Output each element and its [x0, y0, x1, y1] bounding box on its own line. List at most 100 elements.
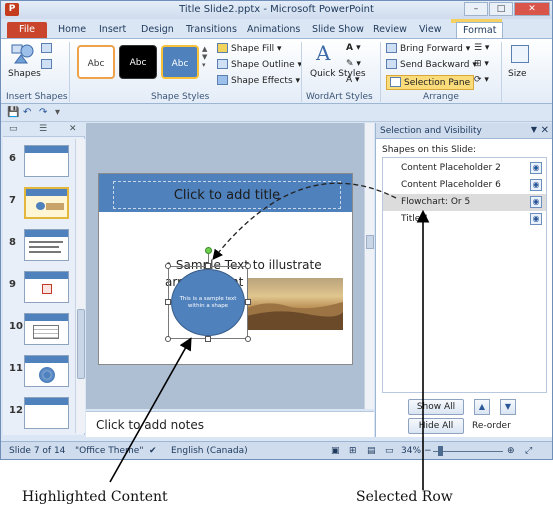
show-all-button[interactable]: Show All [408, 399, 464, 415]
slideshow-icon[interactable]: ▭ [385, 446, 394, 456]
resize-handle[interactable] [165, 299, 171, 305]
insert-shapes-group-label: Insert Shapes [6, 92, 68, 102]
tab-file[interactable]: File [7, 22, 47, 38]
rotate-icon[interactable]: ⟳ ▾ [474, 75, 489, 85]
slide-thumbnail[interactable] [24, 397, 69, 429]
style-swatch-blue[interactable]: Abc [161, 45, 199, 79]
resize-handle[interactable] [245, 299, 251, 305]
notes-pane[interactable]: Click to add notes [86, 411, 374, 437]
style-swatch-black[interactable]: Abc [119, 45, 157, 79]
slide-thumbnail[interactable] [24, 271, 69, 303]
bring-forward-button[interactable]: Bring Forward ▾ [386, 43, 470, 54]
shapes-button[interactable]: Shapes [8, 69, 41, 79]
close-pane-icon[interactable]: ✕ [69, 124, 77, 134]
styles-scroll-icon[interactable]: ▲ ▼ ▾ [202, 45, 207, 69]
landscape-image [247, 302, 343, 330]
spelling-icon[interactable]: ✔ [149, 446, 157, 456]
editor-scrollbar[interactable] [364, 123, 374, 409]
tab-slide-show[interactable]: Slide Show [312, 22, 364, 38]
slide-counter: Slide 7 of 14 [9, 446, 66, 456]
reorder-label: Re-order [472, 421, 511, 431]
minimize-icon[interactable]: – [464, 2, 488, 16]
move-up-icon[interactable]: ▲ [474, 399, 490, 415]
maximize-icon[interactable]: □ [489, 2, 513, 16]
title-placeholder[interactable]: Click to add title [113, 181, 341, 209]
outline-tab-icon[interactable]: ☰ [39, 124, 47, 134]
style-swatch-white[interactable]: Abc [77, 45, 115, 79]
slide-canvas[interactable]: Click to add title • Sample Text to illu… [98, 173, 353, 365]
eye-icon[interactable]: ◉ [530, 179, 542, 191]
text-fill-icon[interactable]: A ▾ [346, 43, 361, 53]
customize-qat-icon[interactable]: ▾ [55, 107, 60, 118]
close-icon[interactable]: ✕ [541, 125, 549, 136]
slide-thumbnail[interactable] [24, 145, 69, 177]
pane-menu-icon[interactable]: ▼ [531, 125, 537, 134]
tab-format[interactable]: Format [456, 22, 504, 38]
group-icon[interactable]: ⊞ ▾ [474, 59, 489, 69]
scrollbar-thumb[interactable] [77, 309, 85, 379]
thumbnail-scrollbar[interactable] [75, 139, 85, 433]
tab-transitions[interactable]: Transitions [186, 22, 237, 38]
tab-view[interactable]: View [419, 22, 442, 38]
size-button[interactable]: Size [508, 69, 526, 79]
eye-icon[interactable]: ◉ [530, 162, 542, 174]
resize-handle[interactable] [205, 263, 211, 269]
tab-animations[interactable]: Animations [247, 22, 300, 38]
tab-review[interactable]: Review [373, 22, 407, 38]
shape-row[interactable]: Content Placeholder 6 ◉ [383, 177, 546, 194]
shape-outline-button[interactable]: Shape Outline ▾ [217, 59, 302, 70]
slide-thumbnail[interactable] [24, 313, 69, 345]
title-bar: P Title Slide2.pptx - Microsoft PowerPoi… [1, 1, 552, 19]
text-effects-icon[interactable]: A ▾ [346, 75, 360, 85]
reading-view-icon[interactable]: ▤ [367, 446, 376, 456]
fit-slide-icon[interactable]: ⤢ [525, 446, 532, 456]
send-backward-button[interactable]: Send Backward ▾ [386, 59, 477, 70]
landscape-picture[interactable] [247, 278, 343, 330]
zoom-level[interactable]: 34% [401, 446, 421, 456]
save-icon[interactable]: 💾 [7, 107, 19, 118]
normal-view-icon[interactable]: ▣ [331, 446, 340, 456]
close-icon[interactable]: ✕ [514, 2, 550, 16]
shapes-on-slide-label: Shapes on this Slide: [382, 145, 477, 155]
resize-handle[interactable] [205, 336, 211, 342]
size-icon[interactable] [511, 45, 529, 63]
language-indicator[interactable]: English (Canada) [171, 446, 248, 456]
resize-handle[interactable] [245, 336, 251, 342]
eye-icon[interactable]: ◉ [530, 196, 542, 208]
resize-handle[interactable] [165, 336, 171, 342]
move-down-icon[interactable]: ▼ [500, 399, 516, 415]
text-outline-icon[interactable]: ✎ ▾ [346, 59, 361, 69]
zoom-slider-thumb[interactable] [438, 446, 443, 456]
shape-row[interactable]: Title 1 ◉ [383, 211, 546, 228]
hide-all-button[interactable]: Hide All [408, 418, 464, 434]
align-icon[interactable]: ☰ ▾ [474, 43, 489, 53]
slide-thumbnail[interactable] [24, 229, 69, 261]
selection-pane-button[interactable]: Selection Pane [386, 75, 475, 90]
shape-row-selected[interactable]: Flowchart: Or 5 ◉ [383, 194, 546, 211]
shape-row[interactable]: Content Placeholder 2 ◉ [383, 160, 546, 177]
shapes-icon[interactable] [11, 43, 35, 65]
eye-icon[interactable]: ◉ [530, 213, 542, 225]
tab-home[interactable]: Home [58, 22, 86, 38]
zoom-in-icon[interactable]: ⊕ [507, 446, 515, 456]
redo-icon[interactable]: ↷ [39, 107, 47, 118]
tab-insert[interactable]: Insert [99, 22, 126, 38]
shape-styles-group-label: Shape Styles [151, 92, 210, 102]
slide-thumbnail[interactable] [24, 355, 69, 387]
resize-handle[interactable] [165, 263, 171, 269]
tab-design[interactable]: Design [141, 22, 174, 38]
text-box-icon[interactable] [41, 59, 55, 70]
rotation-handle[interactable] [205, 247, 212, 254]
quick-styles-icon[interactable]: A [316, 41, 330, 65]
shape-effects-button[interactable]: Shape Effects ▾ [217, 75, 300, 86]
zoom-out-icon[interactable]: − [424, 446, 432, 456]
slide-thumbnail-selected[interactable] [24, 187, 69, 219]
slides-tab-icon[interactable]: ▭ [9, 124, 18, 134]
slide-sorter-icon[interactable]: ⊞ [349, 446, 357, 456]
resize-handle[interactable] [245, 263, 251, 269]
shape-fill-button[interactable]: Shape Fill ▾ [217, 43, 281, 54]
zoom-slider[interactable] [433, 451, 503, 452]
scrollbar-thumb[interactable] [366, 235, 374, 249]
edit-shape-icon[interactable] [41, 43, 55, 54]
undo-icon[interactable]: ↶ [23, 107, 31, 118]
